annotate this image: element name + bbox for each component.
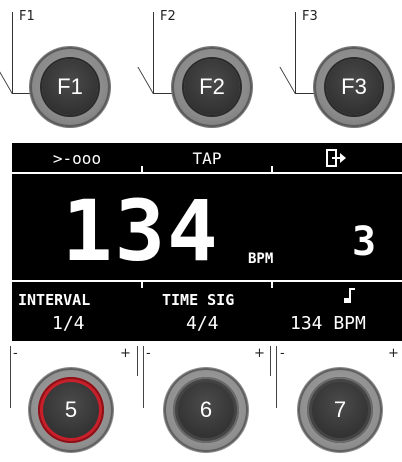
f2-button-cap: F2 [184, 59, 240, 115]
tempo-value: 134 [62, 182, 220, 280]
header-tick [141, 166, 143, 172]
side-value: 3 [352, 219, 377, 265]
interval-value[interactable]: 1/4 [52, 313, 85, 334]
time-sig-value[interactable]: 4/4 [186, 313, 219, 334]
f1-button[interactable]: F1 [30, 47, 110, 127]
tap-button[interactable]: TAP [142, 143, 272, 173]
header-tick [271, 166, 273, 172]
encoder-5-knob[interactable]: 5 [29, 368, 113, 452]
header-right[interactable] [272, 143, 402, 173]
footer-tick [141, 282, 143, 288]
f3-button[interactable]: F3 [314, 47, 394, 127]
encoder-7-minus: - [280, 346, 285, 361]
f3-bracket [295, 12, 316, 94]
header-divider [12, 172, 402, 174]
encoder-6-ring: 6 [173, 377, 239, 443]
encoder-6-minus: - [146, 346, 151, 361]
lcd-display: >-ooo TAP 134 BPM 3 INTERVAL 1/4 TIME SI… [12, 143, 402, 341]
tempo-footer-value[interactable]: 134 BPM [290, 313, 366, 334]
exit-arrow-icon [326, 149, 346, 167]
encoder-7-number: 7 [312, 382, 368, 438]
f1-button-cap: F1 [42, 59, 98, 115]
encoder-5-number: 5 [43, 382, 99, 438]
encoder-5-plus: + [120, 346, 131, 361]
tap-label: TAP [192, 148, 222, 168]
encoder-5-minus: - [13, 346, 18, 361]
metronome-pattern-icon: >-ooo [52, 148, 102, 168]
header-left[interactable]: >-ooo [12, 143, 142, 173]
encoder-7-ring: 7 [307, 377, 373, 443]
f2-button[interactable]: F2 [172, 47, 252, 127]
encoder-7-plus: + [388, 346, 399, 361]
encoder-6-number: 6 [178, 382, 234, 438]
footer-divider [12, 280, 402, 282]
encoder-7-knob[interactable]: 7 [298, 368, 382, 452]
encoder-6-knob[interactable]: 6 [164, 368, 248, 452]
tempo-unit: BPM [248, 251, 274, 267]
eighth-note-icon [344, 288, 355, 303]
f3-button-cap: F3 [326, 59, 382, 115]
time-sig-label: TIME SIG [162, 291, 235, 309]
interval-label: INTERVAL [18, 291, 91, 309]
f2-bracket [153, 12, 174, 94]
encoder-5-ring: 5 [38, 377, 104, 443]
footer-tick [271, 282, 273, 288]
encoder-6-plus: + [254, 346, 265, 361]
